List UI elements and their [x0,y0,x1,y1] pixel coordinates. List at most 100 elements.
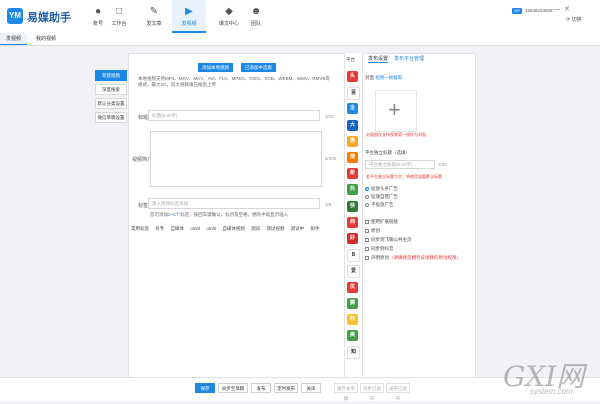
extra-option-4[interactable]: 声明原创（请确保您拥有该视频的原创权限） [365,255,461,261]
extra-option-2[interactable]: 同步到飞聊公共主页 [365,237,412,243]
meipai-icon[interactable]: 美 [347,330,358,342]
radio-icon[interactable] [365,202,369,207]
original-warning: （请确保您拥有该视频的原创权限） [389,255,461,260]
extra-option-1[interactable]: 原创 [365,228,380,234]
intro-textarea[interactable] [150,131,322,187]
checkbox-icon[interactable] [365,246,369,251]
title-input[interactable]: 标题(5-30字) [148,110,320,121]
ad-option-label: 投放自营广告 [371,194,398,199]
radio-icon[interactable] [365,186,369,191]
extra-option-0[interactable]: 使用扩展链接 [365,219,398,225]
nav-workbench[interactable]: □ 工作台 [102,0,136,33]
radio-icon[interactable] [365,194,369,199]
tab-my-videos[interactable]: 我的视频 [30,33,62,45]
save-button[interactable]: 保存 [195,383,215,393]
common-tag[interactable]: 如手 [310,226,319,231]
baijia-icon[interactable]: 百 [347,87,360,101]
app-title: 易媒助手 [27,12,71,24]
cover-warning: 封面图仅支持视频第一帧作为封面 [366,132,426,137]
desk-icon: □ [115,6,123,17]
minimize-icon[interactable]: — [553,6,564,13]
checkbox-icon[interactable] [365,228,369,233]
add-local-video-button[interactable]: 添加本地视频 [198,63,233,72]
cover-upload-box[interactable]: + [375,90,417,132]
independent-title-label: 平台独立标题（选填） [365,150,410,155]
zhihu-icon[interactable]: 知 [347,346,360,360]
tag-hint: 您可添加2~5个标签，按回车键确认，标点及空格，拥有中就显示插入 [150,212,288,218]
tab-publish-video[interactable]: 发视频 [0,33,28,45]
aiqiyi-icon[interactable]: 爱 [347,265,360,279]
intro-counter: 0/300 [325,156,337,161]
independent-title-input[interactable]: 平台独立标题(5-30字) [365,160,435,169]
dayu-icon[interactable]: 大 [347,119,358,131]
checkbox-icon[interactable] [365,237,369,242]
wechat-draft-button[interactable]: 微信草稿设置 [95,112,127,123]
tengxun-icon[interactable]: 腾 [347,297,358,309]
tag-hint-count: 2~5个 [168,212,181,217]
video-icon: ▶ [185,6,193,17]
tag-hint-suffix: 标签，按回车键确认，标点及空格，拥有中就显示插入 [180,212,289,217]
switch-account-button[interactable]: ⟳ 切换 [566,16,582,23]
common-tags-label: 常用标签 [131,226,149,231]
common-tag[interactable]: omhl [206,226,216,231]
checkbox-icon[interactable] [365,219,369,224]
haokan-icon[interactable]: 好 [347,233,358,244]
common-tag[interactable]: 自媒体视频 [222,226,245,231]
vip-badge: VIP [512,8,522,14]
cover-frame-link[interactable]: 视频一帧截取 [375,75,402,80]
extra-option-3[interactable]: 同步到抖音 [365,246,394,252]
bilibili-icon[interactable]: B [347,249,360,263]
nav-article[interactable]: ✎ 发文章 [137,0,171,33]
publish-button[interactable]: 发布 [251,383,271,393]
team-icon: ☻ [250,6,262,17]
checkbox-icon[interactable] [365,255,369,260]
nav-video[interactable]: ▶ 发视频 [172,0,206,33]
common-tag[interactable]: 测试 [251,226,260,231]
nav-team[interactable]: ☻ 团队 [239,0,273,33]
window-controls[interactable]: —✕ [553,5,574,13]
close-icon[interactable]: ✕ [564,6,574,13]
cover-row: 封面 视频一帧截取 [365,75,402,81]
miaopai-icon[interactable]: 秒 [347,314,358,325]
nav-team-label: 团队 [250,21,261,27]
common-tag[interactable]: 自媒体 [171,226,185,231]
independent-title-counter: 0/30 [438,162,447,167]
add-online-video-button[interactable]: 已添加中选取 [241,63,276,72]
user-phone[interactable]: 15548423558 [525,8,553,13]
tab-publish-settings[interactable]: 发布设置 [368,55,389,63]
weibo-icon[interactable]: 微 [347,135,358,147]
new-video-button[interactable]: 新建视频 [95,70,127,81]
close-button[interactable]: 关闭 [301,383,321,393]
common-tag[interactable]: 有专 [155,226,164,231]
cover-label: 封面 [365,75,374,80]
ad-option-label: 投放头条广告 [371,186,398,191]
xigua-icon[interactable]: 西 [347,216,358,228]
sync-published-disabled-button[interactable]: 同步已发布 [360,383,384,401]
sina-icon[interactable]: 新 [347,168,358,180]
ad-option-0[interactable]: 投放头条广告 [365,186,398,192]
ad-option-1[interactable]: 投放自营广告 [365,194,398,200]
common-tags-row: 常用标签 有专 自媒体 omhl omhl 自媒体视频 测试 测试视频 测试中 … [131,226,324,232]
tag-input[interactable]: 输入视频标签添加 [148,198,320,209]
tab-platform-manage[interactable]: 发布平台管理 [394,55,424,62]
ad-option-2[interactable]: 不投放广告 [365,202,394,208]
publish-published-disabled-button[interactable]: 发布已发布 [386,383,410,401]
douyin-icon[interactable]: 抖 [347,184,358,196]
common-tag[interactable]: omhl [190,226,200,231]
sync-draft-button[interactable]: 同步至草稿 [218,383,248,393]
toutiao-icon[interactable]: 头 [347,71,358,82]
tag-label: 标签 [138,203,149,209]
youku-icon[interactable]: 优 [347,281,358,293]
schedule-publish-button[interactable]: 定时发布 [274,383,298,393]
save-draft-disabled-button[interactable]: 保存本草稿 [334,383,358,401]
souhu-icon[interactable]: 搜 [347,152,358,163]
common-tag[interactable]: 测试中 [291,226,305,231]
default-category-button[interactable]: 默认分类设置 [95,98,127,109]
deep-search-button[interactable]: 深度搜索 [95,84,127,95]
format-description: 本地视频支持MP4、MOV、MKV、AVI、FLV、MPEG、OGG、VOB、W… [138,76,330,87]
plus-icon: + [388,97,401,122]
common-tag[interactable]: 测试视频 [266,226,284,231]
qq-icon[interactable]: 企 [347,103,358,115]
extra-option-label: 原创 [371,228,380,233]
kuaishou-icon[interactable]: 快 [347,200,358,212]
